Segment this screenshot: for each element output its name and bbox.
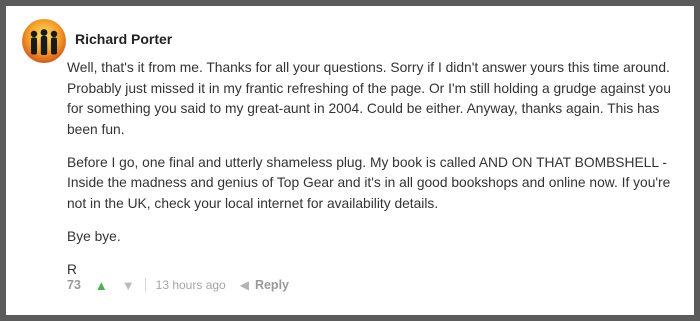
timestamp[interactable]: 13 hours ago xyxy=(156,278,226,292)
comment-paragraph: Before I go, one final and utterly shame… xyxy=(67,154,671,211)
avatar-silhouettes xyxy=(30,29,58,55)
comment-footer: 73 ▲ ▼ 13 hours ago ◀ Reply xyxy=(67,276,289,294)
avatar[interactable] xyxy=(22,19,66,63)
comment-body: Well, that's it from me. Thanks for all … xyxy=(67,58,687,293)
downvote-arrow-icon[interactable]: ▼ xyxy=(122,278,135,293)
reply-arrow-icon[interactable]: ◀ xyxy=(240,278,249,292)
comment-card: Richard Porter Well, that's it from me. … xyxy=(6,6,694,315)
comment-paragraph: Bye bye. xyxy=(67,228,121,244)
comment-paragraph: Well, that's it from me. Thanks for all … xyxy=(67,60,671,137)
divider xyxy=(144,278,146,292)
reply-button[interactable]: Reply xyxy=(255,278,289,292)
upvote-arrow-icon[interactable]: ▲ xyxy=(95,278,108,293)
author-name[interactable]: Richard Porter xyxy=(75,31,172,47)
vote-count: 73 xyxy=(67,278,81,292)
